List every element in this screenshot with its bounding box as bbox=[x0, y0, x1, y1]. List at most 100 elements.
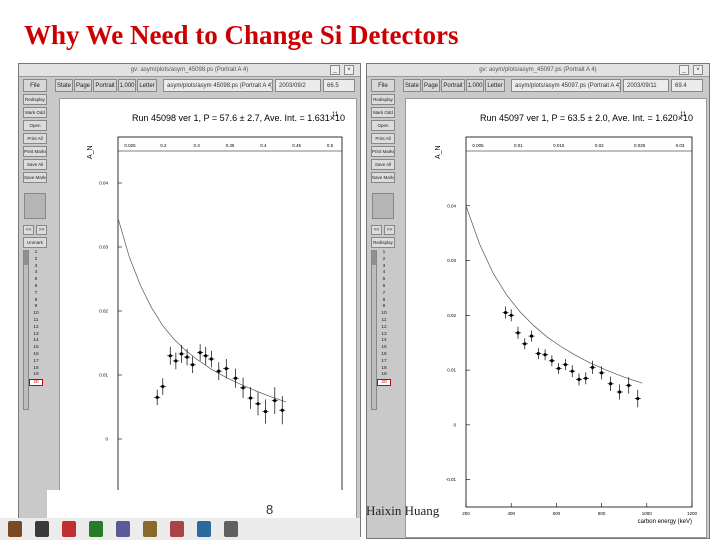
top-tick-label: 0.4 bbox=[260, 143, 267, 148]
media-menu[interactable]: Letter bbox=[137, 79, 157, 92]
web-icon[interactable] bbox=[197, 521, 211, 537]
redisplay-button[interactable]: Redisplay bbox=[371, 94, 395, 105]
print-marked-button[interactable]: Print Marked bbox=[23, 146, 47, 157]
page-list-item[interactable]: 16 bbox=[377, 352, 391, 359]
zoom-menu[interactable]: 1.000 bbox=[466, 79, 484, 92]
page-list-item[interactable]: 19 bbox=[377, 372, 391, 379]
window-titlebar[interactable]: gv: asym/plots/asym_45098.ps (Portrait A… bbox=[19, 64, 360, 77]
open-button[interactable]: Open bbox=[23, 120, 47, 131]
coords-field: 69.4 bbox=[671, 79, 703, 92]
page-menu[interactable]: Page bbox=[422, 79, 440, 92]
editor-icon[interactable] bbox=[62, 521, 76, 537]
mail-icon[interactable] bbox=[170, 521, 184, 537]
y-tick-label: 0.02 bbox=[447, 313, 456, 318]
page-list: 1 2 3 4 5 6 7 8 9 10 11 12 13 14 15 16 17 18 19 20 bbox=[23, 250, 47, 410]
minimize-icon[interactable]: _ bbox=[330, 65, 340, 75]
media-menu[interactable]: Letter bbox=[485, 79, 505, 92]
close-icon[interactable]: × bbox=[344, 65, 354, 75]
unmark-button[interactable]: Redisplay bbox=[371, 237, 395, 248]
start-icon[interactable] bbox=[8, 521, 22, 537]
print-marked-button[interactable]: Print Marked bbox=[371, 146, 395, 157]
page-list-item[interactable]: 2 bbox=[377, 257, 391, 264]
redisplay-button[interactable]: Redisplay bbox=[23, 94, 47, 105]
page-menu[interactable]: Page bbox=[74, 79, 92, 92]
state-menu[interactable]: State bbox=[403, 79, 421, 92]
y-tick-label: 0.03 bbox=[99, 245, 108, 250]
gear-icon[interactable] bbox=[116, 521, 130, 537]
page-list-item[interactable]: 10 bbox=[29, 311, 43, 318]
data-point bbox=[543, 353, 547, 357]
page-thumbnail-panner[interactable] bbox=[372, 193, 394, 219]
next-page-button[interactable]: >> bbox=[384, 225, 395, 235]
page-list-item[interactable]: 15 bbox=[377, 345, 391, 352]
next-page-button[interactable]: >> bbox=[36, 225, 47, 235]
page-list-scrollbar[interactable] bbox=[371, 250, 377, 410]
page-list-item[interactable]: 6 bbox=[377, 284, 391, 291]
unmark-button[interactable]: Unmark bbox=[23, 237, 47, 248]
asymmetry-chart: Run 45097 ver 1, P = 63.5 ± 2.0, Ave. In… bbox=[435, 112, 698, 525]
taskbar bbox=[0, 518, 360, 540]
page-list-scrollbar[interactable] bbox=[23, 250, 29, 410]
page-list-item[interactable]: 19 bbox=[29, 372, 43, 379]
page-list-item[interactable]: 7 bbox=[29, 291, 43, 298]
page-list-item[interactable]: 17 bbox=[29, 359, 43, 366]
page-list-item[interactable]: 2 bbox=[29, 257, 43, 264]
page-list-item[interactable]: 5 bbox=[29, 277, 43, 284]
save-all-button[interactable]: Save All bbox=[371, 159, 395, 170]
open-button[interactable]: Open bbox=[371, 120, 395, 131]
orientation-menu[interactable]: Portrait bbox=[441, 79, 465, 92]
page-list-item[interactable]: 5 bbox=[377, 277, 391, 284]
gv-sidebar: Redisplay Mark Odd Open Print All Print … bbox=[23, 94, 47, 410]
zoom-menu[interactable]: 1.000 bbox=[118, 79, 136, 92]
files-icon[interactable] bbox=[143, 521, 157, 537]
print-all-button[interactable]: Print All bbox=[371, 133, 395, 144]
slide-page-number: 8 bbox=[266, 502, 274, 517]
terminal-icon[interactable] bbox=[35, 521, 49, 537]
print-all-button[interactable]: Print All bbox=[23, 133, 47, 144]
page-list-item[interactable]: 7 bbox=[377, 291, 391, 298]
data-point bbox=[550, 359, 554, 363]
mark-odd-button[interactable]: Mark Odd bbox=[371, 107, 395, 118]
data-point bbox=[280, 408, 284, 412]
page-list-item[interactable]: 17 bbox=[377, 359, 391, 366]
page-thumbnail-panner[interactable] bbox=[24, 193, 46, 219]
gv-window-left[interactable]: gv: asym/plots/asym_45098.ps (Portrait A… bbox=[18, 63, 361, 537]
page-list-item[interactable]: 10 bbox=[377, 311, 391, 318]
page-list-item[interactable]: 1 bbox=[29, 250, 43, 257]
page-list-item[interactable]: 11 bbox=[377, 318, 391, 325]
close-icon[interactable]: × bbox=[693, 65, 703, 75]
data-point bbox=[204, 354, 208, 358]
save-marked-button[interactable]: Save Marked bbox=[371, 172, 395, 183]
orientation-menu[interactable]: Portrait bbox=[93, 79, 117, 92]
page-list-item[interactable]: 16 bbox=[29, 352, 43, 359]
window-titlebar[interactable]: gv: asym/plots/asym_45097.ps (Portrait A… bbox=[367, 64, 709, 77]
save-all-button[interactable]: Save All bbox=[23, 159, 47, 170]
data-point bbox=[529, 334, 534, 338]
tools-icon[interactable] bbox=[89, 521, 103, 537]
page-list-item[interactable]: 20 bbox=[29, 379, 43, 386]
date-field: 2003/09/11 bbox=[623, 79, 669, 92]
file-menu[interactable]: File bbox=[371, 79, 395, 92]
page-list-item[interactable]: 1 bbox=[377, 250, 391, 257]
file-menu[interactable]: File bbox=[23, 79, 47, 92]
data-point bbox=[241, 386, 245, 390]
page-list-item[interactable]: 12 bbox=[29, 325, 43, 332]
data-point bbox=[224, 367, 228, 371]
data-point bbox=[168, 354, 172, 358]
state-menu[interactable]: State bbox=[55, 79, 73, 92]
page-list-item[interactable]: 11 bbox=[29, 318, 43, 325]
y-tick-label: 0.02 bbox=[99, 309, 108, 314]
mark-odd-button[interactable]: Mark Odd bbox=[23, 107, 47, 118]
prev-page-button[interactable]: << bbox=[371, 225, 382, 235]
page-list-item[interactable]: 15 bbox=[29, 345, 43, 352]
page-list-item[interactable]: 6 bbox=[29, 284, 43, 291]
prev-page-button[interactable]: << bbox=[23, 225, 34, 235]
gv-window-right[interactable]: gv: asym/plots/asym_45097.ps (Portrait A… bbox=[366, 63, 710, 539]
gv-toolbar: File State Page Portrait 1.000 Letter as… bbox=[23, 79, 356, 94]
page-list-item[interactable]: 20 bbox=[377, 379, 391, 386]
save-marked-button[interactable]: Save Marked bbox=[23, 172, 47, 183]
minimize-icon[interactable]: _ bbox=[679, 65, 689, 75]
monitor-icon[interactable] bbox=[224, 521, 238, 537]
page-list-item[interactable]: 12 bbox=[377, 325, 391, 332]
y-tick-label: 0 bbox=[453, 422, 456, 427]
